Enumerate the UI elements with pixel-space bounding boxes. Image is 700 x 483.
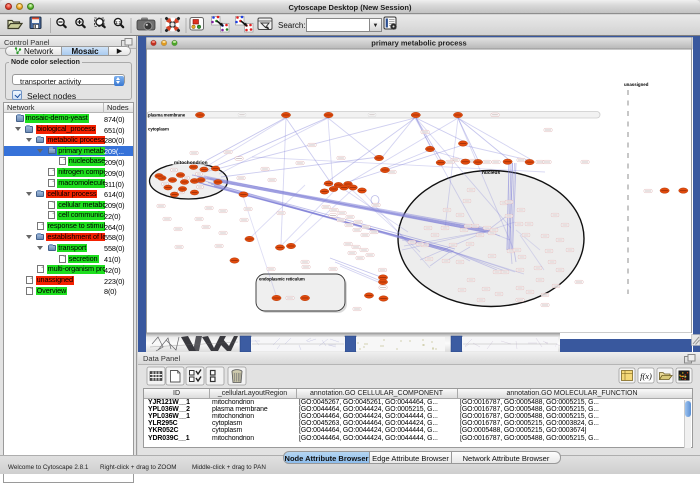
svg-text:f(x): f(x) [640,371,652,381]
svg-text:cytoplasm: cytoplasm [148,127,169,132]
svg-text:nucleus: nucleus [482,170,500,176]
svg-text:endoplasmic reticulum: endoplasmic reticulum [259,277,305,282]
svg-text:1:1: 1:1 [115,20,122,25]
svg-text:unassigned: unassigned [624,82,649,87]
svg-text:plasma membrane: plasma membrane [148,112,186,117]
svg-text:mitochondrion: mitochondrion [174,160,208,166]
svg-text:primary metabolic process: primary metabolic process [371,39,466,48]
